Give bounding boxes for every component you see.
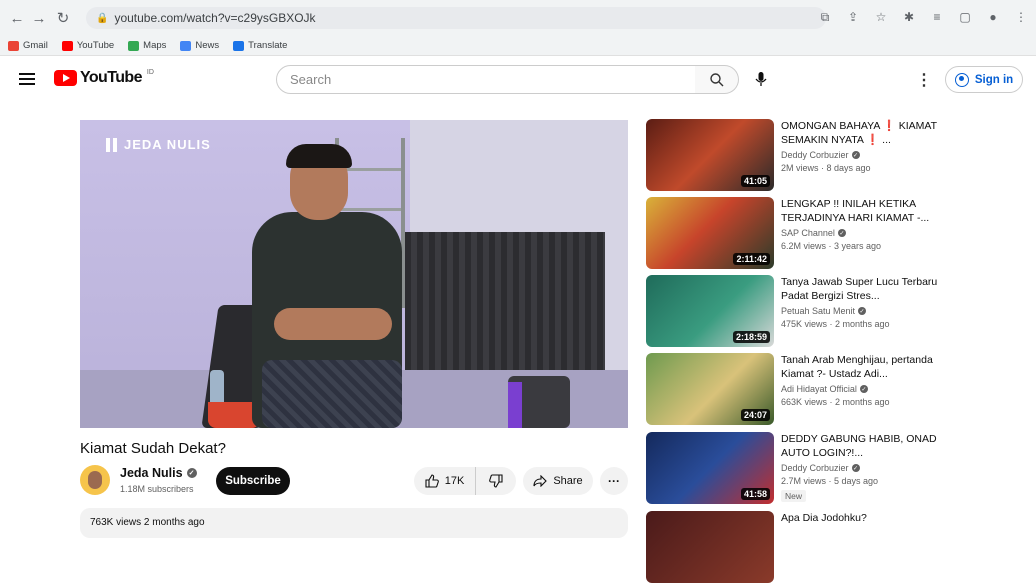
channel-avatar[interactable] bbox=[80, 465, 110, 495]
microphone-icon[interactable] bbox=[750, 68, 772, 90]
video-thumbnail[interactable]: 2:11:42 bbox=[646, 197, 774, 269]
settings-menu-icon[interactable]: ⋮ bbox=[916, 70, 932, 90]
video-thumbnail[interactable]: 41:05 bbox=[646, 119, 774, 191]
video-thumbnail[interactable]: 2:18:59 bbox=[646, 275, 774, 347]
youtube-logo[interactable]: YouTube ID bbox=[54, 69, 154, 87]
subscribe-button[interactable]: Subscribe bbox=[216, 467, 290, 495]
bookmark-star-icon[interactable]: ☆ bbox=[872, 8, 890, 26]
bookmark-maps[interactable]: Maps bbox=[128, 40, 166, 51]
more-actions-button[interactable]: ··· bbox=[600, 467, 628, 495]
search-icon bbox=[709, 72, 723, 86]
extensions-icon[interactable]: ✱ bbox=[900, 8, 918, 26]
subscriber-count: 1.18M subscribers bbox=[120, 484, 194, 494]
search-button[interactable] bbox=[695, 65, 739, 94]
pause-bars-icon bbox=[106, 137, 117, 152]
recommended-video[interactable]: 2:18:59 Tanya Jawab Super Lucu Terbaru P… bbox=[646, 275, 1026, 349]
bookmarks-bar: Gmail YouTube Maps News Translate bbox=[0, 36, 1036, 56]
browser-menu-icon[interactable]: ⋮ bbox=[1012, 8, 1030, 26]
video-duration: 2:18:59 bbox=[732, 331, 770, 343]
translate-icon bbox=[233, 40, 245, 51]
dislike-button[interactable] bbox=[476, 467, 516, 495]
recommended-title[interactable]: OMONGAN BAHAYA ❗ KIAMAT SEMAKIN NYATA ❗ … bbox=[781, 119, 956, 147]
recommended-channel[interactable]: Deddy Corbuzier ✓ bbox=[781, 463, 860, 473]
video-thumbnail[interactable]: 24:07 bbox=[646, 353, 774, 425]
search-input[interactable]: Search bbox=[276, 65, 696, 94]
thumbs-up-icon bbox=[425, 474, 439, 488]
share-icon bbox=[533, 475, 548, 487]
video-duration: 2:11:42 bbox=[733, 253, 770, 265]
recommended-meta: 475K views · 2 months ago bbox=[781, 319, 890, 329]
video-duration: 24:07 bbox=[740, 409, 770, 421]
side-panel-icon[interactable]: ▢ bbox=[956, 8, 974, 26]
recommended-channel[interactable]: Deddy Corbuzier ✓ bbox=[781, 150, 860, 160]
forward-icon[interactable]: → bbox=[28, 7, 50, 29]
verified-icon: ✓ bbox=[837, 229, 846, 237]
recommended-channel[interactable]: Petuah Satu Menit ✓ bbox=[781, 306, 867, 316]
recommended-title[interactable]: Apa Dia Jodohku? bbox=[781, 511, 956, 525]
new-badge: New bbox=[781, 490, 807, 502]
like-button[interactable]: 17K bbox=[414, 467, 476, 495]
verified-icon: ✓ bbox=[858, 307, 867, 315]
youtube-play-icon bbox=[54, 70, 77, 86]
recommended-title[interactable]: DEDDY GABUNG HABIB, ONAD AUTO LOGIN?!... bbox=[781, 432, 956, 460]
account-icon bbox=[954, 72, 969, 87]
reload-icon[interactable]: ↻ bbox=[52, 7, 74, 29]
bookmark-news[interactable]: News bbox=[180, 40, 219, 51]
maps-icon bbox=[128, 40, 140, 51]
verified-icon: ✓ bbox=[186, 468, 197, 478]
channel-watermark: JEDA NULIS bbox=[106, 137, 211, 152]
verified-icon: ✓ bbox=[859, 385, 868, 393]
video-player[interactable]: JEDA NULIS bbox=[80, 120, 628, 428]
back-icon[interactable]: ← bbox=[6, 7, 28, 29]
sign-in-button[interactable]: Sign in bbox=[945, 66, 1023, 93]
url-text: youtube.com/watch?v=c29ysGBXOJk bbox=[114, 11, 316, 25]
like-dislike-group: 17K bbox=[414, 467, 516, 495]
video-title: Kiamat Sudah Dekat? bbox=[80, 440, 226, 457]
video-duration: 41:05 bbox=[740, 175, 770, 187]
recommended-meta: 2.7M views · 5 days ago bbox=[781, 476, 879, 486]
profile-icon[interactable]: ● bbox=[984, 8, 1002, 26]
recommended-video[interactable]: Apa Dia Jodohku? bbox=[646, 511, 1026, 585]
verified-icon: ✓ bbox=[851, 464, 860, 472]
recommended-video[interactable]: 41:58 DEDDY GABUNG HABIB, ONAD AUTO LOGI… bbox=[646, 432, 1026, 506]
bookmark-translate[interactable]: Translate bbox=[233, 40, 287, 51]
channel-name[interactable]: Jeda Nulis ✓ bbox=[120, 466, 197, 480]
news-icon bbox=[180, 40, 192, 51]
bookmark-gmail[interactable]: Gmail bbox=[8, 40, 48, 51]
verified-icon: ✓ bbox=[851, 151, 860, 159]
share-page-icon[interactable]: ⇪ bbox=[844, 8, 862, 26]
recommended-meta: 6.2M views · 3 years ago bbox=[781, 241, 882, 251]
lock-icon: 🔒 bbox=[96, 12, 109, 24]
video-thumbnail[interactable]: 41:58 bbox=[646, 432, 774, 504]
recommended-channel[interactable]: SAP Channel ✓ bbox=[781, 228, 846, 238]
install-icon[interactable]: ⧉ bbox=[816, 8, 834, 26]
view-count: 763K views 2 months ago bbox=[90, 517, 205, 528]
recommended-video[interactable]: 24:07 Tanah Arab Menghijau, pertanda Kia… bbox=[646, 353, 1026, 427]
video-thumbnail[interactable] bbox=[646, 511, 774, 583]
menu-icon[interactable] bbox=[19, 73, 35, 85]
recommended-title[interactable]: Tanya Jawab Super Lucu Terbaru Padat Ber… bbox=[781, 275, 956, 303]
bookmark-youtube[interactable]: YouTube bbox=[61, 40, 114, 51]
recommended-channel[interactable]: Adi Hidayat Official ✓ bbox=[781, 384, 868, 394]
recommended-meta: 663K views · 2 months ago bbox=[781, 397, 890, 407]
recommended-video[interactable]: 41:05 OMONGAN BAHAYA ❗ KIAMAT SEMAKIN NY… bbox=[646, 119, 1026, 193]
youtube-header: YouTube ID Search ⋮ Sign in bbox=[0, 57, 1036, 103]
recommended-video[interactable]: 2:11:42 LENGKAP !! INILAH KETIKA TERJADI… bbox=[646, 197, 1026, 271]
gmail-icon bbox=[8, 40, 19, 51]
recommended-meta: 2M views · 8 days ago bbox=[781, 163, 871, 173]
browser-toolbar: ← → ↻ 🔒 youtube.com/watch?v=c29ysGBXOJk … bbox=[0, 0, 1036, 36]
share-button[interactable]: Share bbox=[523, 467, 593, 495]
address-bar[interactable]: 🔒 youtube.com/watch?v=c29ysGBXOJk bbox=[86, 7, 826, 29]
video-duration: 41:58 bbox=[740, 488, 770, 500]
thumbs-down-icon bbox=[489, 474, 503, 488]
recommended-title[interactable]: Tanah Arab Menghijau, pertanda Kiamat ?-… bbox=[781, 353, 956, 381]
description-box[interactable]: 763K views 2 months ago bbox=[80, 508, 628, 538]
reading-list-icon[interactable]: ≡ bbox=[928, 8, 946, 26]
recommended-title[interactable]: LENGKAP !! INILAH KETIKA TERJADINYA HARI… bbox=[781, 197, 956, 225]
youtube-icon bbox=[61, 40, 73, 51]
